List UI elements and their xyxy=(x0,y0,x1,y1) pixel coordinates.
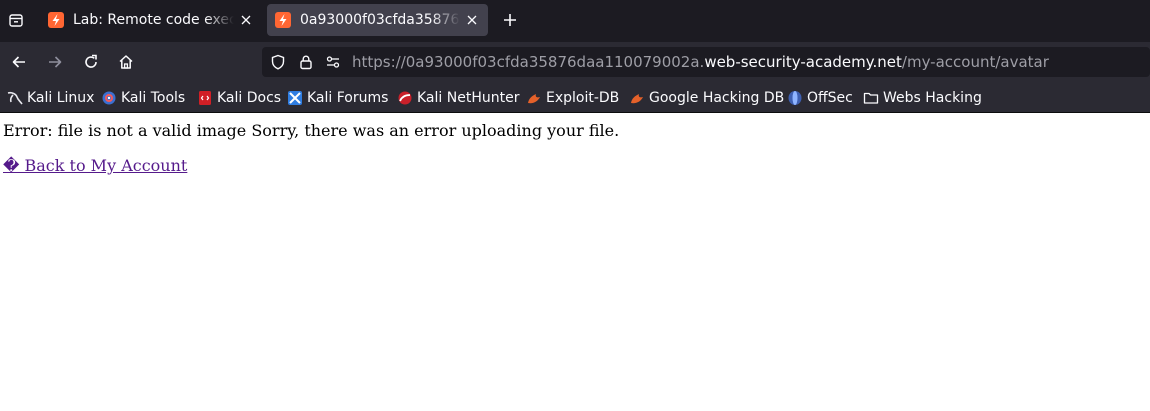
new-tab-button[interactable] xyxy=(496,4,524,36)
navigation-toolbar: https://0a93000f03cfda35876daa110079002a… xyxy=(0,42,1150,82)
url-path: /my-account/avatar xyxy=(901,53,1049,71)
bookmark-label: Kali Linux xyxy=(27,90,95,106)
offsec-icon xyxy=(787,90,803,106)
bookmark-kali-tools[interactable]: Kali Tools xyxy=(101,86,185,110)
bookmark-label: OffSec xyxy=(807,90,853,106)
tab-strip: Lab: Remote code execution via web shell… xyxy=(0,0,1150,42)
bookmark-label: Exploit-DB xyxy=(546,90,620,106)
bolt-icon xyxy=(48,12,64,28)
arrow-right-icon xyxy=(49,56,62,68)
url-bar[interactable]: https://0a93000f03cfda35876daa110079002a… xyxy=(262,47,1150,77)
reload-button[interactable] xyxy=(75,46,107,78)
kali-tools-icon xyxy=(101,90,117,106)
tab-close-button[interactable] xyxy=(238,12,254,28)
tab-lab[interactable]: Lab: Remote code execution via web shell… xyxy=(40,4,262,36)
bookmark-kali-docs[interactable]: Kali Docs xyxy=(197,86,281,110)
bookmark-kali-linux[interactable]: Kali Linux xyxy=(7,86,94,110)
tab-list-icon xyxy=(9,14,23,27)
forward-button[interactable] xyxy=(39,46,71,78)
home-button[interactable] xyxy=(110,46,142,78)
permissions-icon[interactable] xyxy=(325,54,341,70)
home-icon xyxy=(119,55,133,69)
nethunter-icon xyxy=(397,90,413,106)
url-text[interactable]: https://0a93000f03cfda35876daa110079002a… xyxy=(352,47,1049,77)
error-message: Error: file is not a valid image Sorry, … xyxy=(3,121,620,140)
folder-icon xyxy=(863,90,879,106)
bookmark-folder-webs-hacking[interactable]: Webs Hacking xyxy=(863,86,982,110)
bookmark-label: Kali Forums xyxy=(307,90,389,106)
arrow-left-icon xyxy=(12,56,25,68)
ghdb-icon xyxy=(629,90,645,106)
tab-avatar[interactable]: 0a93000f03cfda35876daa110079002a.web-sec… xyxy=(267,4,488,36)
bookmark-exploit-db[interactable]: Exploit-DB xyxy=(526,86,619,110)
kali-docs-icon xyxy=(197,90,213,106)
bookmark-label: Kali NetHunter xyxy=(417,90,520,106)
bookmark-label: Webs Hacking xyxy=(883,90,982,106)
reload-icon xyxy=(85,54,97,68)
bookmark-offsec[interactable]: OffSec xyxy=(787,86,853,110)
bookmark-kali-forums[interactable]: Kali Forums xyxy=(287,86,388,110)
plus-icon xyxy=(504,14,516,26)
bookmark-label: Kali Docs xyxy=(217,90,282,106)
back-button[interactable] xyxy=(3,46,35,78)
kali-dragon-icon xyxy=(7,90,23,106)
bookmark-label: Google Hacking DB xyxy=(649,90,785,106)
back-to-account-link[interactable]: � Back to My Account xyxy=(3,156,187,175)
bookmark-label: Kali Tools xyxy=(121,90,186,106)
url-prefix: https://0a93000f03cfda35876daa110079002a… xyxy=(352,53,705,71)
lock-icon[interactable] xyxy=(298,54,314,70)
tab-title: 0a93000f03cfda35876daa110079002a.web-sec… xyxy=(300,12,460,28)
bookmarks-toolbar: Kali Linux Kali Tools Kali Docs Kali For… xyxy=(0,82,1150,113)
tab-title: Lab: Remote code execution via web shell… xyxy=(73,12,234,28)
tab-close-button[interactable] xyxy=(464,12,480,28)
tab-list-button[interactable] xyxy=(0,0,32,40)
bookmark-google-hacking-db[interactable]: Google Hacking DB xyxy=(629,86,784,110)
page-content: Error: file is not a valid image Sorry, … xyxy=(0,114,1150,411)
close-icon xyxy=(467,15,477,25)
exploit-db-icon xyxy=(526,90,542,106)
bookmark-kali-nethunter[interactable]: Kali NetHunter xyxy=(397,86,519,110)
close-icon xyxy=(241,15,251,25)
tracking-shield-icon[interactable] xyxy=(270,54,286,70)
url-domain: web-security-academy.net xyxy=(704,53,902,71)
bolt-icon xyxy=(275,12,291,28)
kali-forums-icon xyxy=(287,90,303,106)
